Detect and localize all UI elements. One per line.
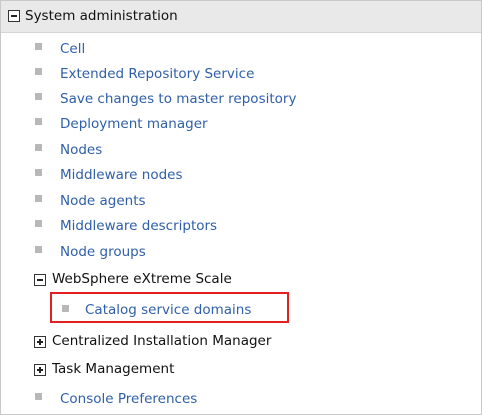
highlight-box [50,292,289,323]
bullet-icon [35,43,42,50]
section-title[interactable]: System administration [25,7,178,25]
bullet-icon [35,118,42,125]
nav-link-nodes[interactable]: Nodes [60,141,102,159]
section-header[interactable]: System administration [1,1,481,33]
tree-node-websphere-extreme-scale[interactable]: WebSphere eXtreme Scale [52,270,232,288]
bullet-icon [35,93,42,100]
bullet-icon [35,68,42,75]
nav-link-middleware-nodes[interactable]: Middleware nodes [60,166,182,184]
tree-node-centralized-installation-manager[interactable]: Centralized Installation Manager [52,332,271,350]
navigation-panel: System administration Cell Extended Repo… [0,0,482,415]
nav-link-middleware-descriptors[interactable]: Middleware descriptors [60,217,217,235]
bullet-icon [35,220,42,227]
nav-link-console-preferences[interactable]: Console Preferences [60,390,197,408]
bullet-icon [35,393,42,400]
expand-icon[interactable] [34,364,46,376]
nav-link-save-changes[interactable]: Save changes to master repository [60,90,296,108]
nav-link-node-groups[interactable]: Node groups [60,243,146,261]
expand-icon[interactable] [34,336,46,348]
bullet-icon [35,195,42,202]
nav-link-extended-repository-service[interactable]: Extended Repository Service [60,65,254,83]
nav-link-node-agents[interactable]: Node agents [60,192,146,210]
bullet-icon [35,246,42,253]
bullet-icon [35,144,42,151]
bullet-icon [35,169,42,176]
nav-link-cell[interactable]: Cell [60,40,85,58]
nav-link-deployment-manager[interactable]: Deployment manager [60,115,208,133]
collapse-icon[interactable] [34,274,46,286]
tree-node-task-management[interactable]: Task Management [52,360,174,378]
collapse-icon[interactable] [8,10,20,22]
